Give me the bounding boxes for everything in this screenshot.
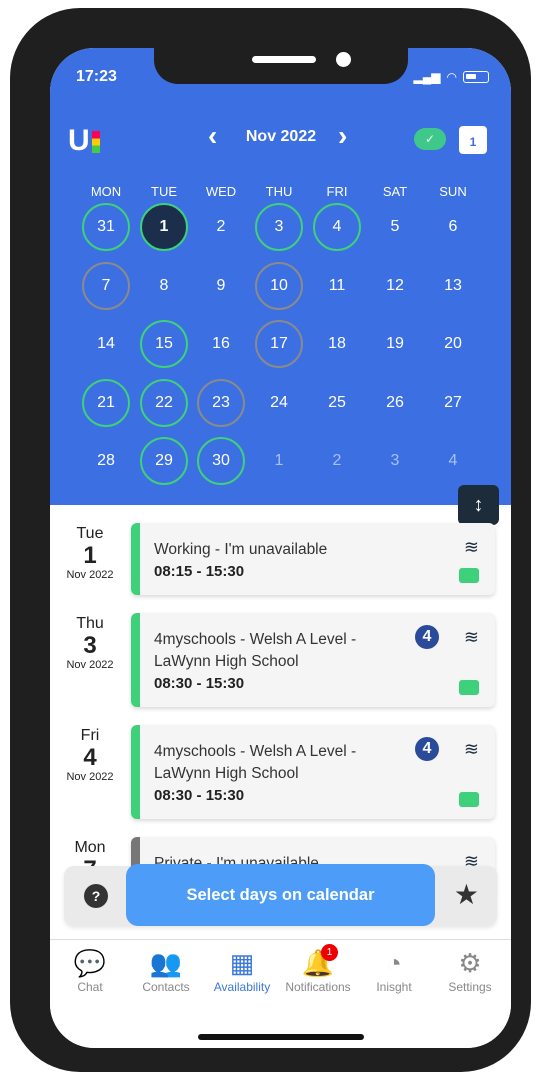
nav-notifications[interactable]: 🔔 1 Notifications	[280, 944, 356, 994]
nav-label: Settings	[448, 980, 492, 994]
nav-label: Availability	[213, 980, 271, 994]
weekday-label: THU	[265, 184, 293, 199]
nav-contacts[interactable]: 👥 Contacts	[128, 946, 204, 994]
calendar-day[interactable]: 3	[371, 437, 419, 485]
calendar-day[interactable]: 21	[82, 379, 130, 427]
calendar-day[interactable]: 13	[429, 262, 477, 310]
favorites-button[interactable]: ★	[454, 878, 479, 911]
weekday-label: WED	[205, 184, 237, 199]
action-bar: ? Select days on calendar ★	[64, 864, 497, 926]
calendar-day[interactable]: 2	[313, 437, 361, 485]
event-date: Fri 4 Nov 2022	[66, 727, 114, 783]
select-days-button[interactable]: Select days on calendar	[126, 864, 435, 926]
layers-icon[interactable]: ≋	[464, 627, 479, 648]
app-logo: U	[68, 124, 100, 158]
calendar-day[interactable]: 7	[82, 262, 130, 310]
layers-icon[interactable]: ≋	[464, 537, 479, 558]
calendar-today-icon[interactable]: 1	[459, 126, 487, 154]
calendar-day[interactable]: 12	[371, 262, 419, 310]
calendar-day[interactable]: 18	[313, 320, 361, 368]
bottom-nav: 💬 Chat 👥 Contacts ▦ Availability 🔔 1 Noti…	[50, 939, 511, 1048]
event-card[interactable]: 4myschools - Welsh A Level - LaWynn High…	[131, 613, 495, 707]
calendar-day[interactable]: 19	[371, 320, 419, 368]
event-date: Thu 3 Nov 2022	[66, 615, 114, 671]
nav-availability[interactable]: ▦ Availability	[204, 946, 280, 994]
status-time: 17:23	[76, 68, 117, 85]
calendar-header: 17:23 ▂▄▆ ◠ U ‹ Nov 2022 › ✓ 1 MON TUE WED T…	[50, 48, 511, 505]
nav-chat[interactable]: 💬 Chat	[52, 946, 128, 994]
calendar-day[interactable]: 11	[313, 262, 361, 310]
calendar-day[interactable]: 29	[140, 437, 188, 485]
gear-icon: ⚙	[458, 948, 482, 978]
bell-icon: 🔔 1	[280, 944, 356, 980]
pie-chart-icon: ◔	[386, 948, 402, 978]
calendar-day[interactable]: 8	[140, 262, 188, 310]
calendar-day[interactable]: 14	[82, 320, 130, 368]
briefcase-icon	[459, 568, 479, 583]
layers-icon[interactable]: ≋	[464, 739, 479, 760]
calendar-day[interactable]: 6	[429, 203, 477, 251]
calendar-day[interactable]: 23	[197, 379, 245, 427]
weekday-label: MON	[90, 184, 122, 199]
calendar-day[interactable]: 30	[197, 437, 245, 485]
phone-frame: 17:23 ▂▄▆ ◠ U ‹ Nov 2022 › ✓ 1 MON TUE WED T…	[10, 8, 531, 1072]
weekday-label: TUE	[151, 184, 177, 199]
calendar-day[interactable]: 1	[140, 203, 188, 251]
signal-icon: ▂▄▆	[413, 70, 441, 84]
calendar-icon: ▦	[229, 948, 255, 978]
calendar-day[interactable]: 2	[197, 203, 245, 251]
nav-inisght[interactable]: ◔ Inisght	[356, 946, 432, 994]
event-card[interactable]: 4myschools - Welsh A Level - LaWynn High…	[131, 725, 495, 819]
weekday-label: SUN	[439, 184, 467, 199]
notch	[154, 48, 408, 84]
calendar-day[interactable]: 4	[313, 203, 361, 251]
event-date: Tue 1 Nov 2022	[66, 525, 114, 581]
status-icons: ▂▄▆ ◠	[414, 70, 489, 84]
calendar-day[interactable]: 1	[255, 437, 303, 485]
calendar-day[interactable]: 31	[82, 203, 130, 251]
calendar-day[interactable]: 5	[371, 203, 419, 251]
agency-logo-icon: 4	[415, 625, 439, 649]
calendar-day[interactable]: 17	[255, 320, 303, 368]
briefcase-icon	[459, 680, 479, 695]
screen: 17:23 ▂▄▆ ◠ U ‹ Nov 2022 › ✓ 1 MON TUE WED T…	[50, 48, 511, 1048]
weekday-label: SAT	[382, 184, 408, 199]
calendar-day[interactable]: 10	[255, 262, 303, 310]
calendar-day[interactable]: 24	[255, 379, 303, 427]
agency-logo-icon: 4	[415, 737, 439, 761]
calendar-day[interactable]: 27	[429, 379, 477, 427]
notification-badge: 1	[321, 944, 338, 961]
month-title: Nov 2022	[245, 128, 317, 145]
calendar-day[interactable]: 25	[313, 379, 361, 427]
contacts-icon: 👥	[149, 948, 183, 978]
calendar-day[interactable]: 3	[255, 203, 303, 251]
calendar-day[interactable]: 15	[140, 320, 188, 368]
chat-icon: 💬	[73, 948, 107, 978]
wifi-icon: ◠	[446, 70, 457, 84]
cloud-sync-icon[interactable]: ✓	[414, 128, 446, 150]
help-button[interactable]: ?	[84, 884, 108, 908]
nav-label: Inisght	[376, 980, 412, 994]
home-indicator	[198, 1034, 364, 1040]
calendar-day[interactable]: 4	[429, 437, 477, 485]
expand-collapse-button[interactable]: ↕	[458, 485, 499, 525]
calendar-day[interactable]: 9	[197, 262, 245, 310]
briefcase-icon	[459, 792, 479, 807]
nav-label: Chat	[77, 980, 103, 994]
calendar-day[interactable]: 28	[82, 437, 130, 485]
battery-icon	[463, 71, 489, 83]
next-month-button[interactable]: ›	[338, 120, 347, 152]
calendar-day[interactable]: 20	[429, 320, 477, 368]
nav-label: Notifications	[285, 980, 351, 994]
calendar-day[interactable]: 26	[371, 379, 419, 427]
weekday-label: FRI	[326, 184, 348, 199]
calendar-day[interactable]: 16	[197, 320, 245, 368]
calendar-day[interactable]: 22	[140, 379, 188, 427]
event-card[interactable]: Working - I'm unavailable 08:15 - 15:30 …	[131, 523, 495, 595]
nav-label: Contacts	[142, 980, 190, 994]
nav-settings[interactable]: ⚙ Settings	[432, 946, 508, 994]
